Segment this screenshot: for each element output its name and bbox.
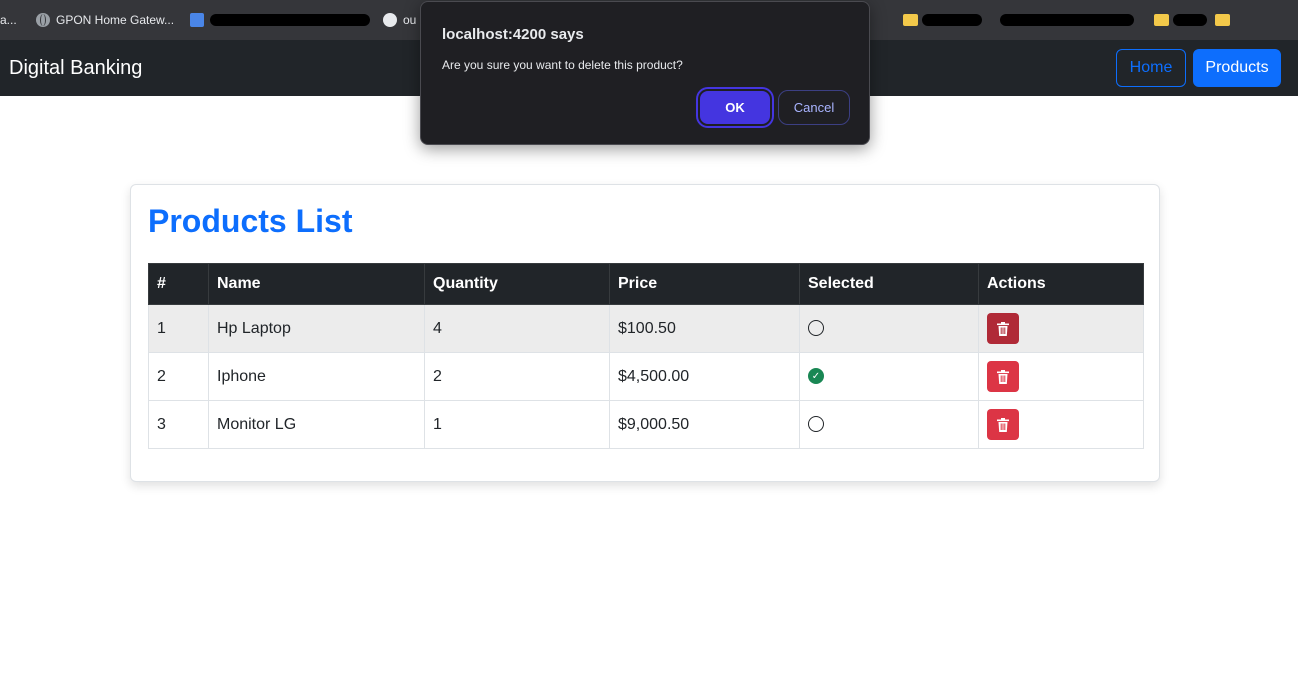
bookmark-label: GPON Home Gatew... [56, 13, 175, 27]
cell-name: Monitor LG [208, 400, 425, 449]
folder-icon [1154, 14, 1169, 26]
cell-quantity: 4 [424, 304, 610, 353]
table-header-row: # Name Quantity Price Selected Actions [148, 263, 1144, 305]
bookmark-label: a... [0, 13, 17, 27]
redacted-text [1173, 14, 1207, 26]
products-card: Products List # Name Quantity Price Sele… [130, 184, 1160, 482]
cell-selected [799, 304, 979, 353]
bookmark-folder-1[interactable] [903, 11, 918, 29]
cell-actions [978, 304, 1144, 353]
check-circle-icon[interactable]: ✓ [808, 368, 824, 385]
cell-id: 1 [148, 304, 209, 353]
cell-price: $4,500.00 [609, 352, 800, 401]
column-header-actions: Actions [978, 263, 1144, 305]
ok-button[interactable]: OK [698, 89, 772, 126]
cell-price: $100.50 [609, 304, 800, 353]
table-row: 1 Hp Laptop 4 $100.50 [148, 304, 1144, 353]
products-table: # Name Quantity Price Selected Actions 1… [148, 263, 1144, 449]
redacted-text [210, 14, 370, 26]
folder-icon [1215, 14, 1230, 26]
bookmark-gpon[interactable]: GPON Home Gatew... [36, 11, 174, 29]
delete-button[interactable] [987, 313, 1019, 344]
cell-quantity: 2 [424, 352, 610, 401]
home-button[interactable]: Home [1116, 49, 1186, 87]
bookmark-folder-2[interactable] [1154, 11, 1169, 29]
cell-selected: ✓ [799, 352, 979, 401]
column-header-name: Name [208, 263, 425, 305]
bookmark-label: ou [403, 13, 417, 27]
globe-icon [36, 13, 50, 27]
unselected-circle-icon[interactable] [808, 416, 824, 433]
unselected-circle-icon[interactable] [808, 320, 824, 337]
delete-button[interactable] [987, 409, 1019, 440]
column-header-price: Price [609, 263, 800, 305]
table-row: 2 Iphone 2 $4,500.00 ✓ [148, 352, 1144, 401]
page-title: Products List [148, 203, 353, 239]
person-icon [190, 13, 204, 27]
cell-name: Hp Laptop [208, 304, 425, 353]
column-header-selected: Selected [799, 263, 979, 305]
cell-quantity: 1 [424, 400, 610, 449]
bookmark-item-1[interactable]: a... [0, 11, 17, 29]
products-button[interactable]: Products [1193, 49, 1281, 87]
cell-selected [799, 400, 979, 449]
column-header-quantity: Quantity [424, 263, 610, 305]
cancel-button[interactable]: Cancel [778, 90, 850, 125]
cell-actions [978, 352, 1144, 401]
trash-icon [997, 417, 1009, 432]
column-header-id: # [148, 263, 209, 305]
dialog-message: Are you sure you want to delete this pro… [442, 58, 683, 72]
confirm-dialog: localhost:4200 says Are you sure you wan… [420, 1, 870, 145]
navbar-brand[interactable]: Digital Banking [9, 57, 142, 80]
cell-actions [978, 400, 1144, 449]
cell-id: 3 [148, 400, 209, 449]
github-icon [383, 13, 397, 27]
cell-price: $9,000.50 [609, 400, 800, 449]
bookmark-item-3[interactable] [190, 11, 204, 29]
table-row: 3 Monitor LG 1 $9,000.50 [148, 400, 1144, 449]
trash-icon [997, 369, 1009, 384]
dialog-title: localhost:4200 says [442, 26, 584, 43]
delete-button[interactable] [987, 361, 1019, 392]
cell-name: Iphone [208, 352, 425, 401]
bookmark-github[interactable]: ou [383, 11, 416, 29]
redacted-text [922, 14, 982, 26]
trash-icon [997, 321, 1009, 336]
cell-id: 2 [148, 352, 209, 401]
redacted-text [1000, 14, 1134, 26]
bookmark-folder-3[interactable] [1215, 11, 1230, 29]
folder-icon [903, 14, 918, 26]
